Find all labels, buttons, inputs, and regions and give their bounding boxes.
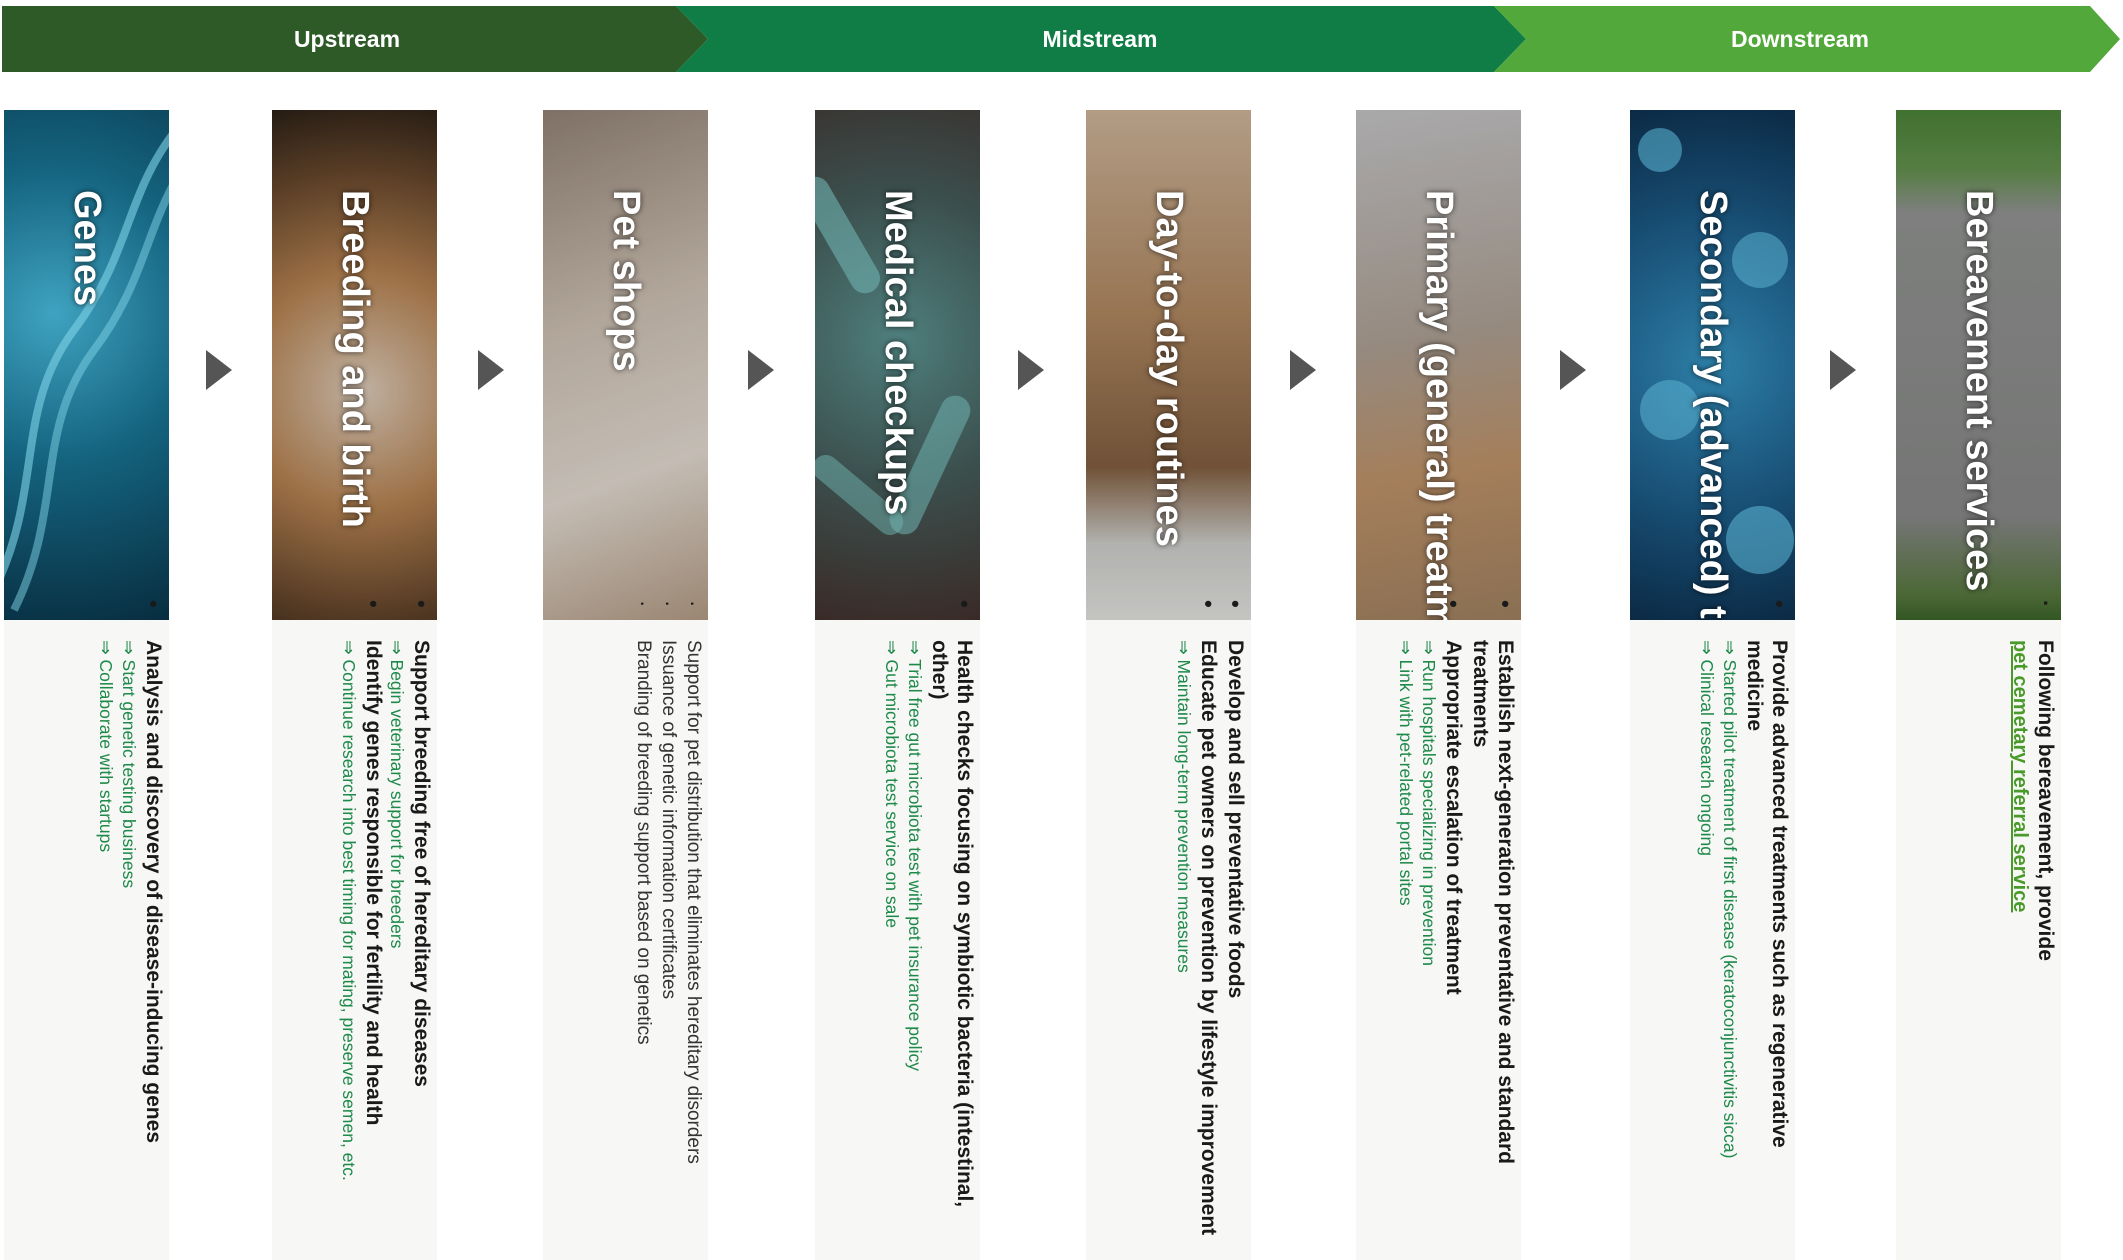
sub-point: ⇒ Begin veterinary support for breeders	[387, 640, 407, 949]
dna-helix-icon	[4, 132, 169, 612]
bullet: · Issuance of genetic information certifi…	[656, 600, 681, 1000]
secondary-treatment-image: Secondary (advanced) treatment	[1630, 110, 1795, 620]
bereavement-image: Bereavement services	[1896, 110, 2061, 620]
medical-checkups-image: Medical checkups	[815, 110, 980, 620]
column-title: Secondary (advanced) treatment	[1692, 190, 1734, 620]
column-title: Pet shops	[605, 190, 647, 372]
bullet: • Establish next-generation preventative …	[1469, 600, 1518, 1164]
column-pet-shops: Pet shops · Support for pet distribution …	[543, 110, 708, 1260]
primary-treatment-image: Primary (general) treatment	[1356, 110, 1521, 620]
flow-arrow-icon	[206, 350, 232, 390]
day-to-day-text-panel: • Develop and sell preventative foods • Ed…	[1086, 600, 1251, 1260]
sub-point: ⇒ Maintain long-term prevention measures	[1174, 640, 1194, 973]
bullet: • Support breeding free of hereditary dis…	[409, 600, 434, 1087]
genes-text-panel: • Analysis and discovery of disease-induc…	[4, 600, 169, 1260]
cemetery-referral-link[interactable]: pet cemetary referral service	[2008, 640, 2031, 1240]
sub-point: ⇒ Collaborate with startups	[96, 640, 116, 853]
genes-image: Genes	[4, 110, 169, 620]
column-title: Genes	[66, 190, 108, 307]
stage-downstream-label: Downstream	[1730, 26, 1870, 52]
sub-point: ⇒ Gut microbiota test service on sale	[882, 640, 902, 928]
medical-checkups-text-panel: • Health checks focusing on symbiotic bac…	[815, 600, 980, 1260]
column-secondary-treatment: Secondary (advanced) treatment • Provide …	[1630, 110, 1795, 1260]
sub-point: ⇒ Started pilot treatment of first disea…	[1720, 640, 1740, 1159]
sub-point: ⇒ Run hospitals specializing in preventi…	[1419, 640, 1439, 966]
column-day-to-day: Day-to-day routines • Develop and sell pr…	[1086, 110, 1251, 1260]
bullet: • Educate pet owners on prevention by lif…	[1196, 600, 1221, 1236]
bullet: • Appropriate escalation of treatment	[1441, 600, 1466, 995]
sub-point: ⇒ Start genetic testing business	[119, 640, 139, 889]
sub-point: ⇒ Trial free gut microbiota test with pe…	[905, 640, 925, 1071]
flow-arrow-icon	[478, 350, 504, 390]
column-genes: Genes • Analysis and discovery of disease…	[4, 110, 169, 1260]
breeding-text-panel: • Support breeding free of hereditary dis…	[272, 600, 437, 1260]
stage-upstream-label: Upstream	[293, 26, 401, 52]
flow-arrow-icon	[1290, 350, 1316, 390]
flow-arrow-icon	[748, 350, 774, 390]
flow-arrow-icon	[1830, 350, 1856, 390]
column-title: Bereavement services	[1958, 190, 2000, 592]
column-title: Primary (general) treatment	[1418, 190, 1460, 620]
sub-point: ⇒ Link with pet-related portal sites	[1396, 640, 1416, 906]
bullet: • Provide advanced treatments such as reg…	[1743, 600, 1792, 1148]
value-chain-header: Upstream Midstream Downstream	[0, 6, 2123, 72]
flow-arrow-icon	[1018, 350, 1044, 390]
stage-midstream-label: Midstream	[1042, 26, 1158, 52]
column-title: Breeding and birth	[334, 190, 376, 528]
column-title: Medical checkups	[877, 190, 919, 516]
sub-point: ⇒ Clinical research ongoing	[1697, 640, 1717, 857]
pet-shops-image: Pet shops	[543, 110, 708, 620]
breeding-image: Breeding and birth	[272, 110, 437, 620]
column-title: Day-to-day routines	[1148, 190, 1190, 547]
column-medical-checkups: Medical checkups • Health checks focusing…	[815, 110, 980, 1260]
day-to-day-image: Day-to-day routines	[1086, 110, 1251, 620]
bullet: • Health checks focusing on symbiotic bac…	[928, 600, 977, 1208]
bullet: • Identify genes responsible for fertilit…	[361, 600, 386, 1126]
column-primary-treatment: Primary (general) treatment • Establish n…	[1356, 110, 1521, 1260]
column-breeding: Breeding and birth • Support breeding fre…	[272, 110, 437, 1260]
primary-treatment-text-panel: • Establish next-generation preventative …	[1356, 600, 1521, 1260]
flow-arrow-icon	[1560, 350, 1586, 390]
bullet: · Branding of breeding support based on g…	[631, 600, 656, 1045]
bullet: · Following bereavement, provide	[2033, 600, 2058, 961]
column-bereavement: Bereavement services · Following bereavem…	[1896, 110, 2061, 1260]
bullet: · Support for pet distribution that elimi…	[681, 600, 706, 1164]
secondary-treatment-text-panel: • Provide advanced treatments such as reg…	[1630, 600, 1795, 1260]
sub-point: ⇒ Continue research into best timing for…	[339, 640, 359, 1181]
pet-shops-text-panel: · Support for pet distribution that elimi…	[543, 600, 708, 1260]
bullet: • Develop and sell preventative foods	[1223, 600, 1248, 999]
bullet: • Analysis and discovery of disease-induc…	[141, 600, 166, 1143]
bereavement-text-panel: · Following bereavement, provide pet ceme…	[1896, 600, 2061, 1260]
